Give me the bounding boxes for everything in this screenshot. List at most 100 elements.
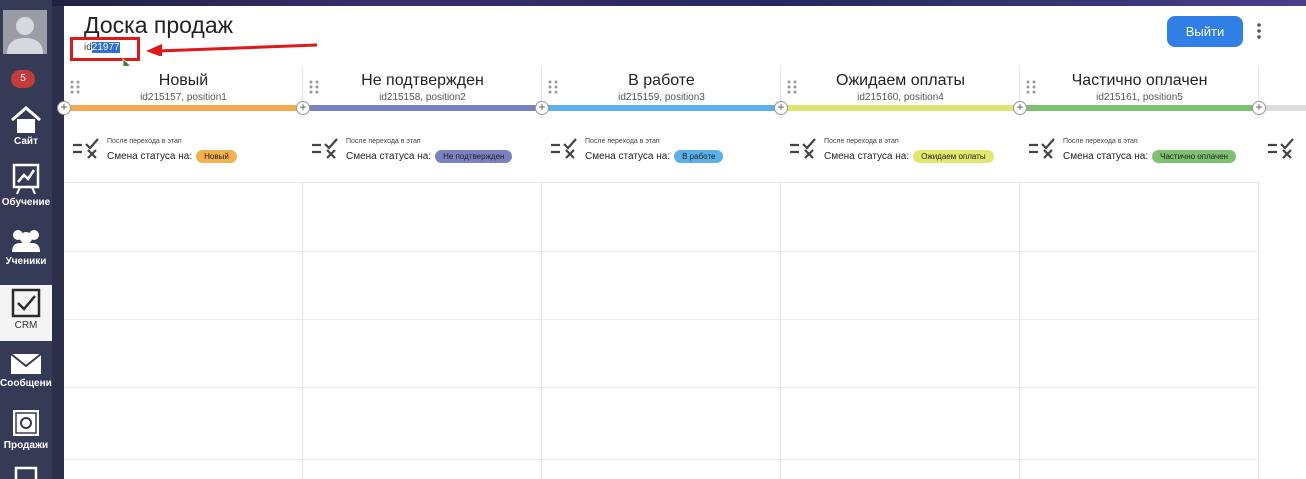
column-header: Частично оплачен id215161, position5 — [1020, 66, 1259, 118]
notification-badge[interactable]: 5 — [11, 70, 35, 88]
rule-trigger-text: После перехода в этап — [107, 138, 182, 145]
rule-trigger-text: После перехода в этап — [1063, 138, 1138, 145]
sidebar-item-crm[interactable]: CRM — [0, 285, 52, 341]
envelope-icon — [10, 353, 42, 374]
add-column-button[interactable]: + — [1013, 101, 1027, 115]
row-divider — [303, 319, 542, 320]
rule-trigger-text: После перехода в этап — [346, 138, 421, 145]
rule-action-text: Смена статуса на: Новый — [107, 150, 237, 163]
sidebar: 5 Сайт Обучение Ученики CRM Сообщения Пр… — [0, 0, 52, 479]
chart-board-icon — [12, 163, 40, 195]
add-column-button[interactable]: + — [535, 101, 549, 115]
row-divider — [64, 319, 303, 320]
row-divider — [781, 251, 1020, 252]
rule-check-cross-icon — [72, 138, 100, 165]
automation-rule[interactable]: После перехода в этап Смена статуса на: Ча… — [1020, 118, 1259, 183]
status-badge: В работе — [674, 150, 724, 163]
sidebar-item-learning[interactable]: Обучение — [0, 163, 52, 208]
kanban-column-partial — [1259, 66, 1306, 479]
add-column-button[interactable]: + — [296, 101, 310, 115]
automation-rule[interactable]: После перехода в этап Смена статуса на: В … — [542, 118, 781, 183]
row-divider — [1020, 251, 1259, 252]
column-header: Ожидаем оплаты id215160, position4 — [781, 66, 1020, 118]
rule-action-text: Смена статуса на: Частично оплачен — [1063, 150, 1237, 163]
sidebar-item-label: Обучение — [1, 197, 51, 208]
add-column-button[interactable]: + — [57, 101, 71, 115]
rule-trigger-text: После перехода в этап — [585, 138, 660, 145]
row-divider — [1020, 459, 1259, 460]
rule-action-label: Смена статуса на: — [824, 151, 910, 162]
sidebar-item-messages[interactable]: Сообщения — [0, 352, 52, 389]
avatar[interactable] — [3, 10, 47, 54]
row-divider — [781, 387, 1020, 388]
row-divider — [64, 387, 303, 388]
rule-action-text: Смена статуса на: Ожидаем оплаты — [824, 150, 994, 163]
row-divider — [781, 319, 1020, 320]
kanban-board: Новый id215157, position1 После перехода в… — [57, 66, 1306, 479]
column-color-bar — [64, 105, 303, 111]
column-color-bar — [1259, 105, 1306, 111]
kanban-column: Новый id215157, position1 После перехода в… — [64, 66, 303, 479]
sidebar-item-label: Сообщения — [0, 378, 52, 389]
kanban-column: Ожидаем оплаты id215160, position4 После п… — [781, 66, 1020, 479]
automation-rule[interactable]: После перехода в этап Смена статуса на: Не… — [303, 118, 542, 183]
home-icon — [11, 106, 41, 133]
add-column-button[interactable]: + — [774, 101, 788, 115]
rule-check-cross-icon — [311, 138, 339, 165]
safe-icon — [13, 410, 39, 436]
rule-action-label: Смена статуса на: — [585, 151, 671, 162]
rule-check-cross-icon — [789, 138, 817, 165]
row-divider — [542, 319, 781, 320]
rule-check-cross-icon — [1267, 138, 1295, 165]
rule-trigger-text: После перехода в этап — [824, 138, 899, 145]
exit-button[interactable]: Выйти — [1167, 16, 1243, 47]
row-divider — [303, 387, 542, 388]
row-divider — [1020, 319, 1259, 320]
row-divider — [781, 459, 1020, 460]
kanban-column: Не подтвержден id215158, position2 После п… — [303, 66, 542, 479]
rule-action-text: Смена статуса на: В работе — [585, 150, 724, 163]
row-divider — [64, 459, 303, 460]
checkbox-icon — [11, 288, 41, 318]
sidebar-item-students[interactable]: Ученики — [0, 228, 52, 267]
users-icon — [12, 230, 40, 252]
clipboard-icon[interactable] — [14, 466, 38, 479]
column-header: В работе id215159, position3 — [542, 66, 781, 118]
sidebar-item-site[interactable]: Сайт — [0, 106, 52, 147]
status-badge: Частично оплачен — [1152, 150, 1237, 163]
column-color-bar — [1020, 105, 1259, 111]
column-title[interactable]: Частично оплачен — [1020, 72, 1259, 90]
column-color-bar — [303, 105, 542, 111]
automation-rule[interactable]: После перехода в этап Смена статуса на: Ож… — [781, 118, 1020, 183]
column-header: Не подтвержден id215158, position2 — [303, 66, 542, 118]
rule-action-text: Смена статуса на: Не подтвержден — [346, 150, 513, 163]
column-id: id215161, position5 — [1096, 92, 1183, 103]
column-id: id215159, position3 — [618, 92, 705, 103]
sidebar-item-label: Сайт — [14, 136, 38, 147]
add-column-button[interactable]: + — [1252, 101, 1266, 115]
page-header: Доска продаж id21977 Выйти — [64, 6, 1284, 72]
page-title: Доска продаж — [84, 12, 234, 38]
rule-action-label: Смена статуса на: — [107, 151, 193, 162]
kanban-column: Частично оплачен id215161, position5 После… — [1020, 66, 1259, 479]
column-id: id215158, position2 — [379, 92, 466, 103]
row-divider — [303, 251, 542, 252]
column-title[interactable]: Ожидаем оплаты — [781, 72, 1020, 90]
rule-action-label: Смена статуса на: — [1063, 151, 1149, 162]
status-badge: Новый — [196, 150, 237, 163]
column-title[interactable]: Не подтвержден — [303, 72, 542, 90]
automation-rule[interactable]: После перехода в этап Смена статуса на: Но… — [64, 118, 303, 183]
rule-action-label: Смена статуса на: — [346, 151, 432, 162]
column-color-bar — [542, 105, 781, 111]
arrow-left-icon — [146, 43, 318, 56]
column-id: id215157, position1 — [140, 92, 227, 103]
main-area: Доска продаж id21977 Выйти Новый id215157… — [57, 6, 1306, 479]
sidebar-item-label: CRM — [14, 320, 38, 331]
column-title[interactable]: В работе — [542, 72, 781, 90]
column-title[interactable]: Новый — [64, 72, 303, 90]
sidebar-item-sales[interactable]: Продажи — [0, 408, 52, 451]
more-menu-icon[interactable] — [1256, 22, 1262, 40]
row-divider — [542, 459, 781, 460]
column-id: id215160, position4 — [857, 92, 944, 103]
row-divider — [1020, 387, 1259, 388]
